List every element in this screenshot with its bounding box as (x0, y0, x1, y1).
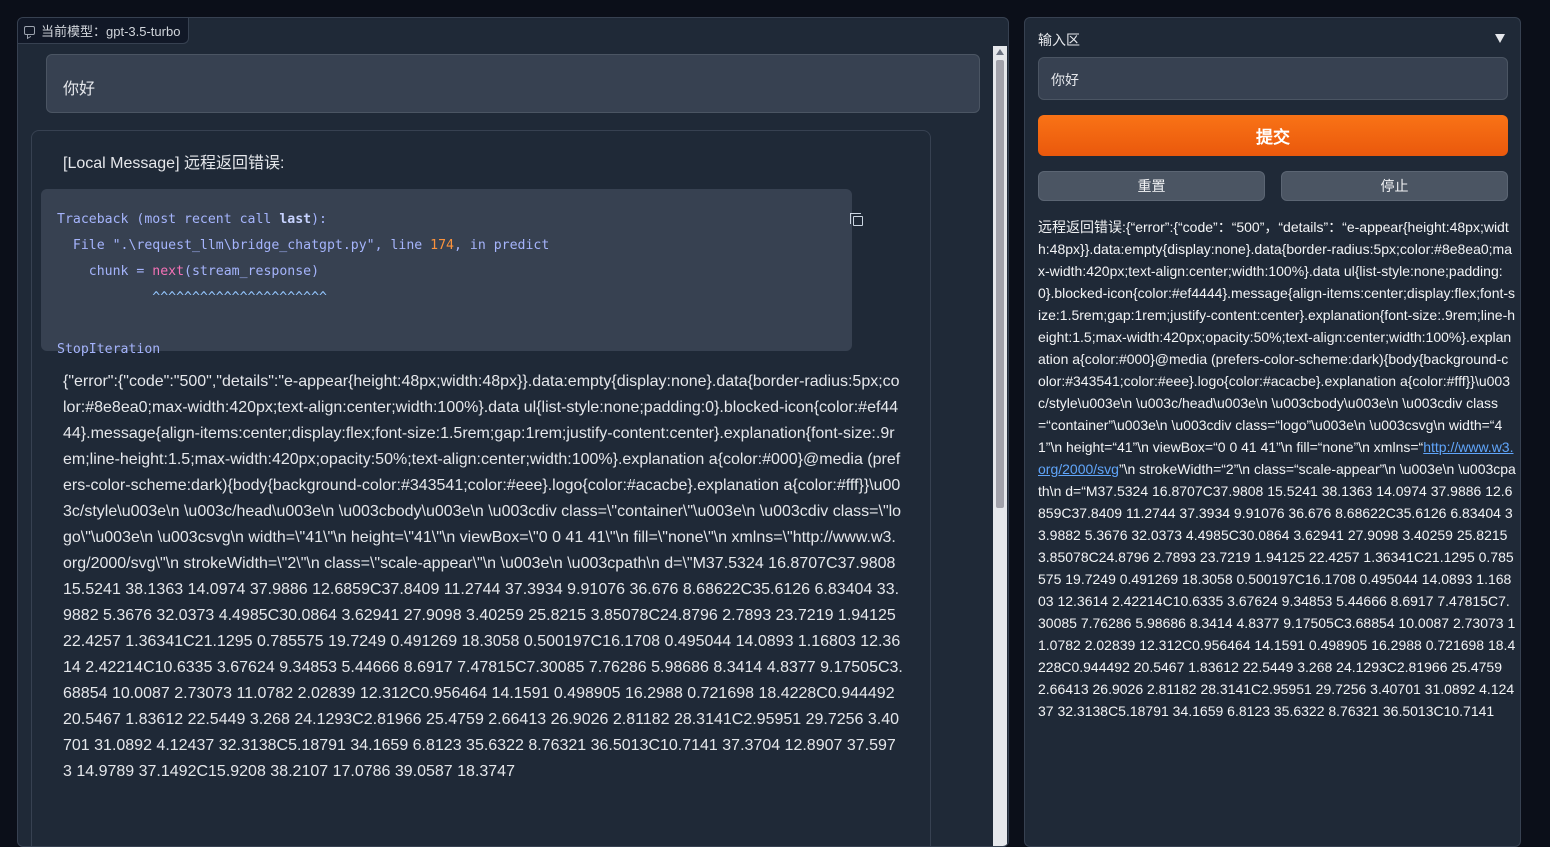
chat-icon (24, 26, 35, 35)
status-output-text-continued: ”\n strokeWidth=“2”\n class=“scale-appea… (1038, 461, 1516, 719)
status-output-text: 远程返回错误:{“error”:{“code”：“500”，“details”：… (1038, 219, 1516, 455)
status-output: 远程返回错误:{“error”:{“code”：“500”，“details”：… (1038, 216, 1516, 722)
bot-message: [Local Message] 远程返回错误: Traceback (most … (31, 130, 931, 846)
reset-button[interactable]: 重置 (1038, 171, 1265, 201)
stop-button[interactable]: 停止 (1281, 171, 1508, 201)
copy-icon[interactable] (850, 213, 863, 226)
triangle-down-icon[interactable] (1495, 34, 1505, 43)
chat-panel: 当前模型：gpt-3.5-turbo 你好 [Local Message] 远程… (17, 17, 1009, 847)
input-panel: 输入区 你好 提交 重置 停止 远程返回错误:{“error”:{“code”：… (1024, 17, 1521, 847)
model-label-text: 当前模型：gpt-3.5-turbo (41, 24, 181, 39)
bot-message-body: {"error":{"code":"500","details":"e-appe… (63, 373, 903, 780)
user-message: 你好 (46, 54, 980, 113)
chat-input[interactable]: 你好 (1038, 57, 1508, 100)
code-line-2: File ".\request_llm\bridge_chatgpt.py", … (57, 238, 550, 253)
scroll-thumb[interactable] (996, 60, 1004, 508)
input-header-label: 输入区 (1038, 32, 1080, 48)
code-line-4: ^^^^^^^^^^^^^^^^^^^^^^ (57, 290, 327, 305)
submit-button[interactable]: 提交 (1038, 115, 1508, 156)
code-line-1: Traceback (most recent call last): (57, 212, 327, 227)
code-block: Traceback (most recent call last): File … (41, 189, 852, 357)
chat-scrollbar[interactable] (993, 46, 1007, 846)
code-line-3: chunk = next(stream_response) (57, 264, 320, 279)
scroll-up-icon[interactable] (996, 49, 1004, 55)
bot-message-title: [Local Message] 远程返回错误: (63, 155, 285, 172)
model-label: 当前模型：gpt-3.5-turbo (18, 18, 190, 44)
input-header[interactable]: 输入区 (1038, 30, 1509, 48)
code-line-5: StopIteration (57, 342, 161, 357)
